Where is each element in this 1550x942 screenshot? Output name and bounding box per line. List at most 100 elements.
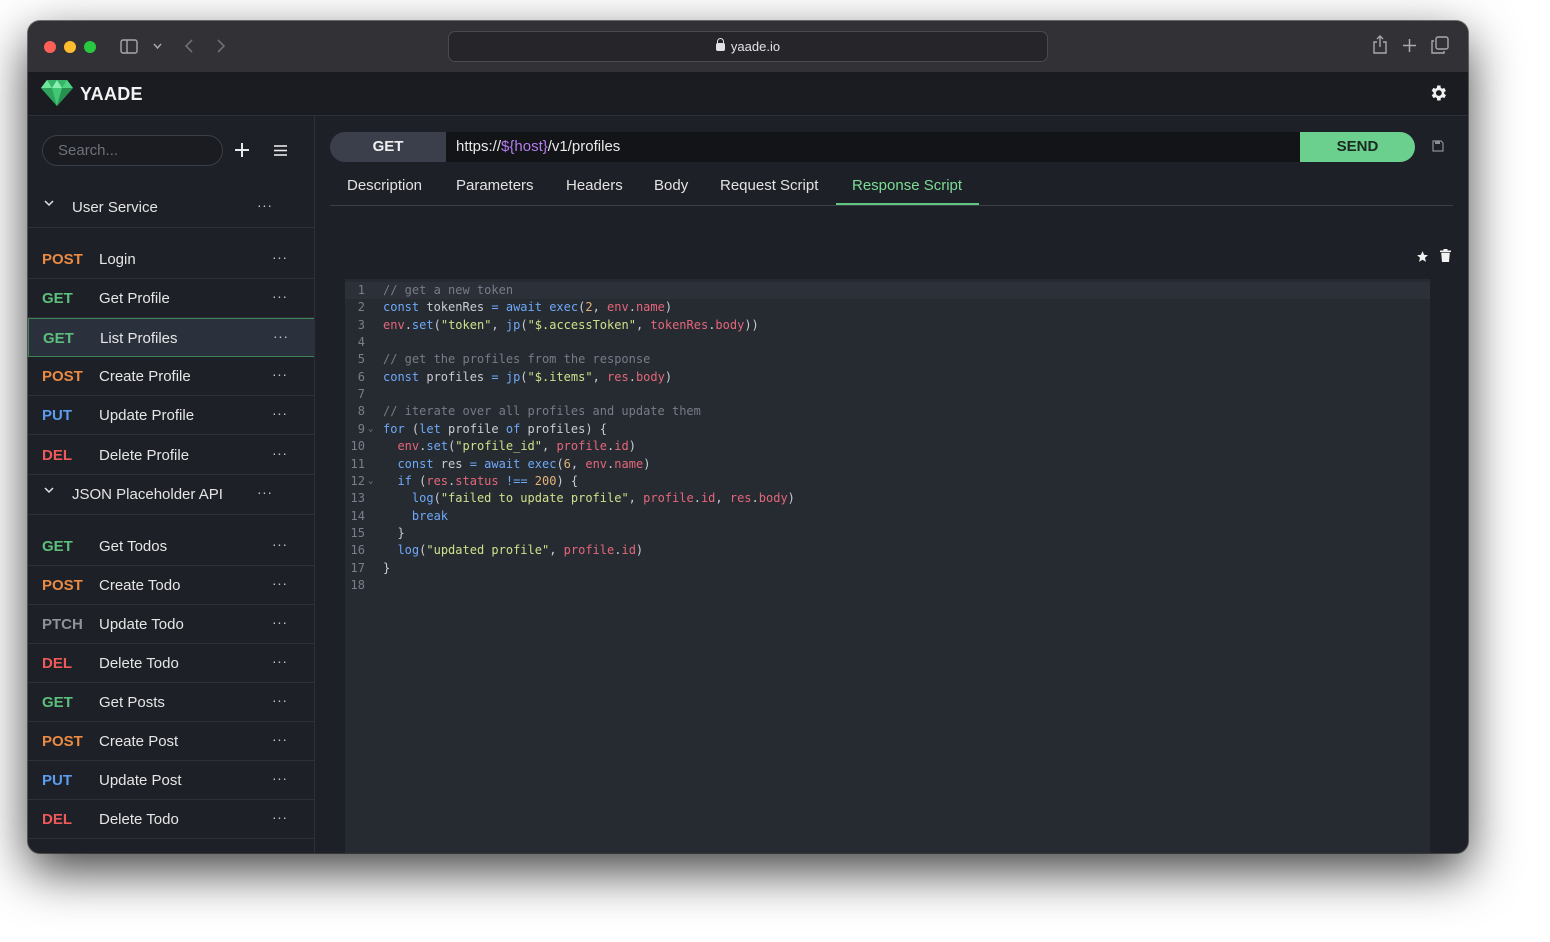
- collection-header[interactable]: JSON Placeholder API ···: [28, 475, 314, 515]
- maximize-window-button[interactable]: [84, 41, 96, 53]
- chevron-down-icon[interactable]: [44, 485, 54, 495]
- request-item[interactable]: GET Get Profile ···: [28, 279, 314, 319]
- request-item[interactable]: GET List Profiles ···: [28, 318, 314, 358]
- add-collection-icon[interactable]: [234, 142, 250, 158]
- code-line[interactable]: 14 break: [345, 508, 1430, 525]
- trash-icon[interactable]: [1440, 249, 1451, 262]
- code-line[interactable]: 9 ⌄ for (let profile of profiles) {: [345, 421, 1430, 438]
- chevron-down-icon[interactable]: [153, 42, 162, 50]
- code-text: // iterate over all profiles and update …: [383, 404, 701, 419]
- code-line[interactable]: 12 ⌄ if (res.status !== 200) {: [345, 473, 1430, 490]
- line-number: 15: [350, 525, 365, 540]
- request-item[interactable]: GET Get Posts ···: [28, 683, 314, 722]
- tab-overview-icon[interactable]: [1431, 36, 1449, 54]
- request-item[interactable]: POST Create Post ···: [28, 722, 314, 762]
- request-item[interactable]: DEL Delete Todo ···: [28, 800, 314, 840]
- more-options-icon[interactable]: ···: [273, 328, 289, 344]
- more-options-icon[interactable]: ···: [272, 653, 288, 669]
- request-item[interactable]: POST Login ···: [28, 240, 314, 279]
- more-options-icon[interactable]: ···: [272, 575, 288, 591]
- method-badge: DEL: [42, 811, 72, 829]
- code-line[interactable]: 11 const res = await exec(6, env.name): [345, 456, 1430, 473]
- fold-chevron-icon[interactable]: ⌄: [368, 421, 373, 438]
- tab-response-script[interactable]: Response Script: [852, 177, 962, 194]
- code-line[interactable]: 8 // iterate over all profiles and update…: [345, 403, 1430, 420]
- line-number: 17: [350, 560, 365, 575]
- new-tab-icon[interactable]: [1402, 38, 1417, 53]
- more-options-icon[interactable]: ···: [272, 731, 288, 747]
- method-badge: PUT: [42, 772, 72, 790]
- line-number: 6: [357, 369, 365, 384]
- request-item[interactable]: POST Create Profile ···: [28, 357, 314, 397]
- more-options-icon[interactable]: ···: [272, 405, 288, 421]
- request-name: Create Post: [99, 733, 179, 751]
- tab-headers[interactable]: Headers: [566, 177, 623, 194]
- code-line[interactable]: 2 const tokenRes = await exec(2, env.name…: [345, 299, 1430, 316]
- line-number: 10: [350, 439, 365, 454]
- code-line[interactable]: 16 log("updated profile", profile.id): [345, 542, 1430, 559]
- line-number: 7: [357, 387, 365, 402]
- menu-icon[interactable]: [274, 145, 287, 156]
- more-options-icon[interactable]: ···: [272, 809, 288, 825]
- code-line[interactable]: 7: [345, 386, 1430, 403]
- more-options-icon[interactable]: ···: [272, 366, 288, 382]
- code-text: env.set("token", jp("$.accessToken", tok…: [383, 317, 759, 332]
- address-bar[interactable]: yaade.io: [448, 31, 1048, 62]
- method-badge: PUT: [42, 407, 72, 425]
- more-options-icon[interactable]: ···: [272, 614, 288, 630]
- star-icon[interactable]: [1416, 250, 1429, 263]
- sidebar-toggle-icon[interactable]: [120, 39, 138, 54]
- url-input[interactable]: https://${host}/v1/profiles: [446, 132, 1301, 162]
- more-options-icon[interactable]: ···: [272, 249, 288, 265]
- code-line[interactable]: 17}: [345, 560, 1430, 577]
- search-input[interactable]: [42, 135, 223, 166]
- method-select[interactable]: GET: [330, 132, 446, 162]
- save-icon[interactable]: [1432, 140, 1444, 152]
- request-name: Get Profile: [99, 290, 170, 308]
- request-item[interactable]: POST Create Todo ···: [28, 566, 314, 605]
- code-line[interactable]: 6 const profiles = jp("$.items", res.body…: [345, 369, 1430, 386]
- more-options-icon[interactable]: ···: [272, 770, 288, 786]
- send-button[interactable]: SEND: [1300, 132, 1415, 162]
- chevron-down-icon[interactable]: [44, 198, 54, 208]
- more-options-icon[interactable]: ···: [257, 197, 273, 213]
- tab-description[interactable]: Description: [347, 177, 422, 194]
- tab-body[interactable]: Body: [654, 177, 688, 194]
- code-line[interactable]: 1 // get a new token: [345, 282, 1430, 300]
- more-options-icon[interactable]: ···: [272, 692, 288, 708]
- code-text: // get a new token: [383, 283, 514, 297]
- method-badge: GET: [42, 290, 73, 308]
- code-line[interactable]: 10 env.set("profile_id", profile.id): [345, 438, 1430, 455]
- code-line[interactable]: 5 // get the profiles from the response: [345, 351, 1430, 368]
- collection-header[interactable]: User Service ···: [28, 188, 314, 228]
- back-icon[interactable]: [184, 38, 194, 54]
- code-line[interactable]: 18: [345, 577, 1430, 594]
- request-item[interactable]: DEL Delete Profile ···: [28, 436, 314, 475]
- request-name: Delete Profile: [99, 446, 190, 464]
- fold-chevron-icon[interactable]: ⌄: [368, 473, 373, 490]
- code-editor[interactable]: 1 // get a new token 2 const tokenRes = awa…: [345, 279, 1430, 853]
- method-badge: DEL: [42, 446, 72, 464]
- code-line[interactable]: 4: [345, 334, 1430, 351]
- tab-request-script[interactable]: Request Script: [720, 177, 818, 194]
- forward-icon[interactable]: [216, 38, 226, 54]
- request-item[interactable]: PTCH Update Todo ···: [28, 605, 314, 644]
- share-icon[interactable]: [1372, 35, 1388, 55]
- more-options-icon[interactable]: ···: [272, 536, 288, 552]
- tab-parameters[interactable]: Parameters: [456, 177, 534, 194]
- minimize-window-button[interactable]: [64, 41, 76, 53]
- more-options-icon[interactable]: ···: [272, 288, 288, 304]
- request-name: Create Profile: [99, 368, 191, 386]
- request-item[interactable]: DEL Delete Todo ···: [28, 644, 314, 683]
- code-line[interactable]: 3 env.set("token", jp("$.accessToken", to…: [345, 317, 1430, 334]
- code-line[interactable]: 13 log("failed to update profile", profi…: [345, 490, 1430, 507]
- request-item[interactable]: GET Get Todos ···: [28, 527, 314, 566]
- line-number: 16: [350, 543, 365, 558]
- request-item[interactable]: PUT Update Profile ···: [28, 396, 314, 436]
- close-window-button[interactable]: [44, 41, 56, 53]
- code-line[interactable]: 15 }: [345, 525, 1430, 542]
- request-item[interactable]: PUT Update Post ···: [28, 761, 314, 801]
- gear-icon[interactable]: [1428, 83, 1448, 103]
- more-options-icon[interactable]: ···: [257, 484, 273, 500]
- more-options-icon[interactable]: ···: [272, 445, 288, 461]
